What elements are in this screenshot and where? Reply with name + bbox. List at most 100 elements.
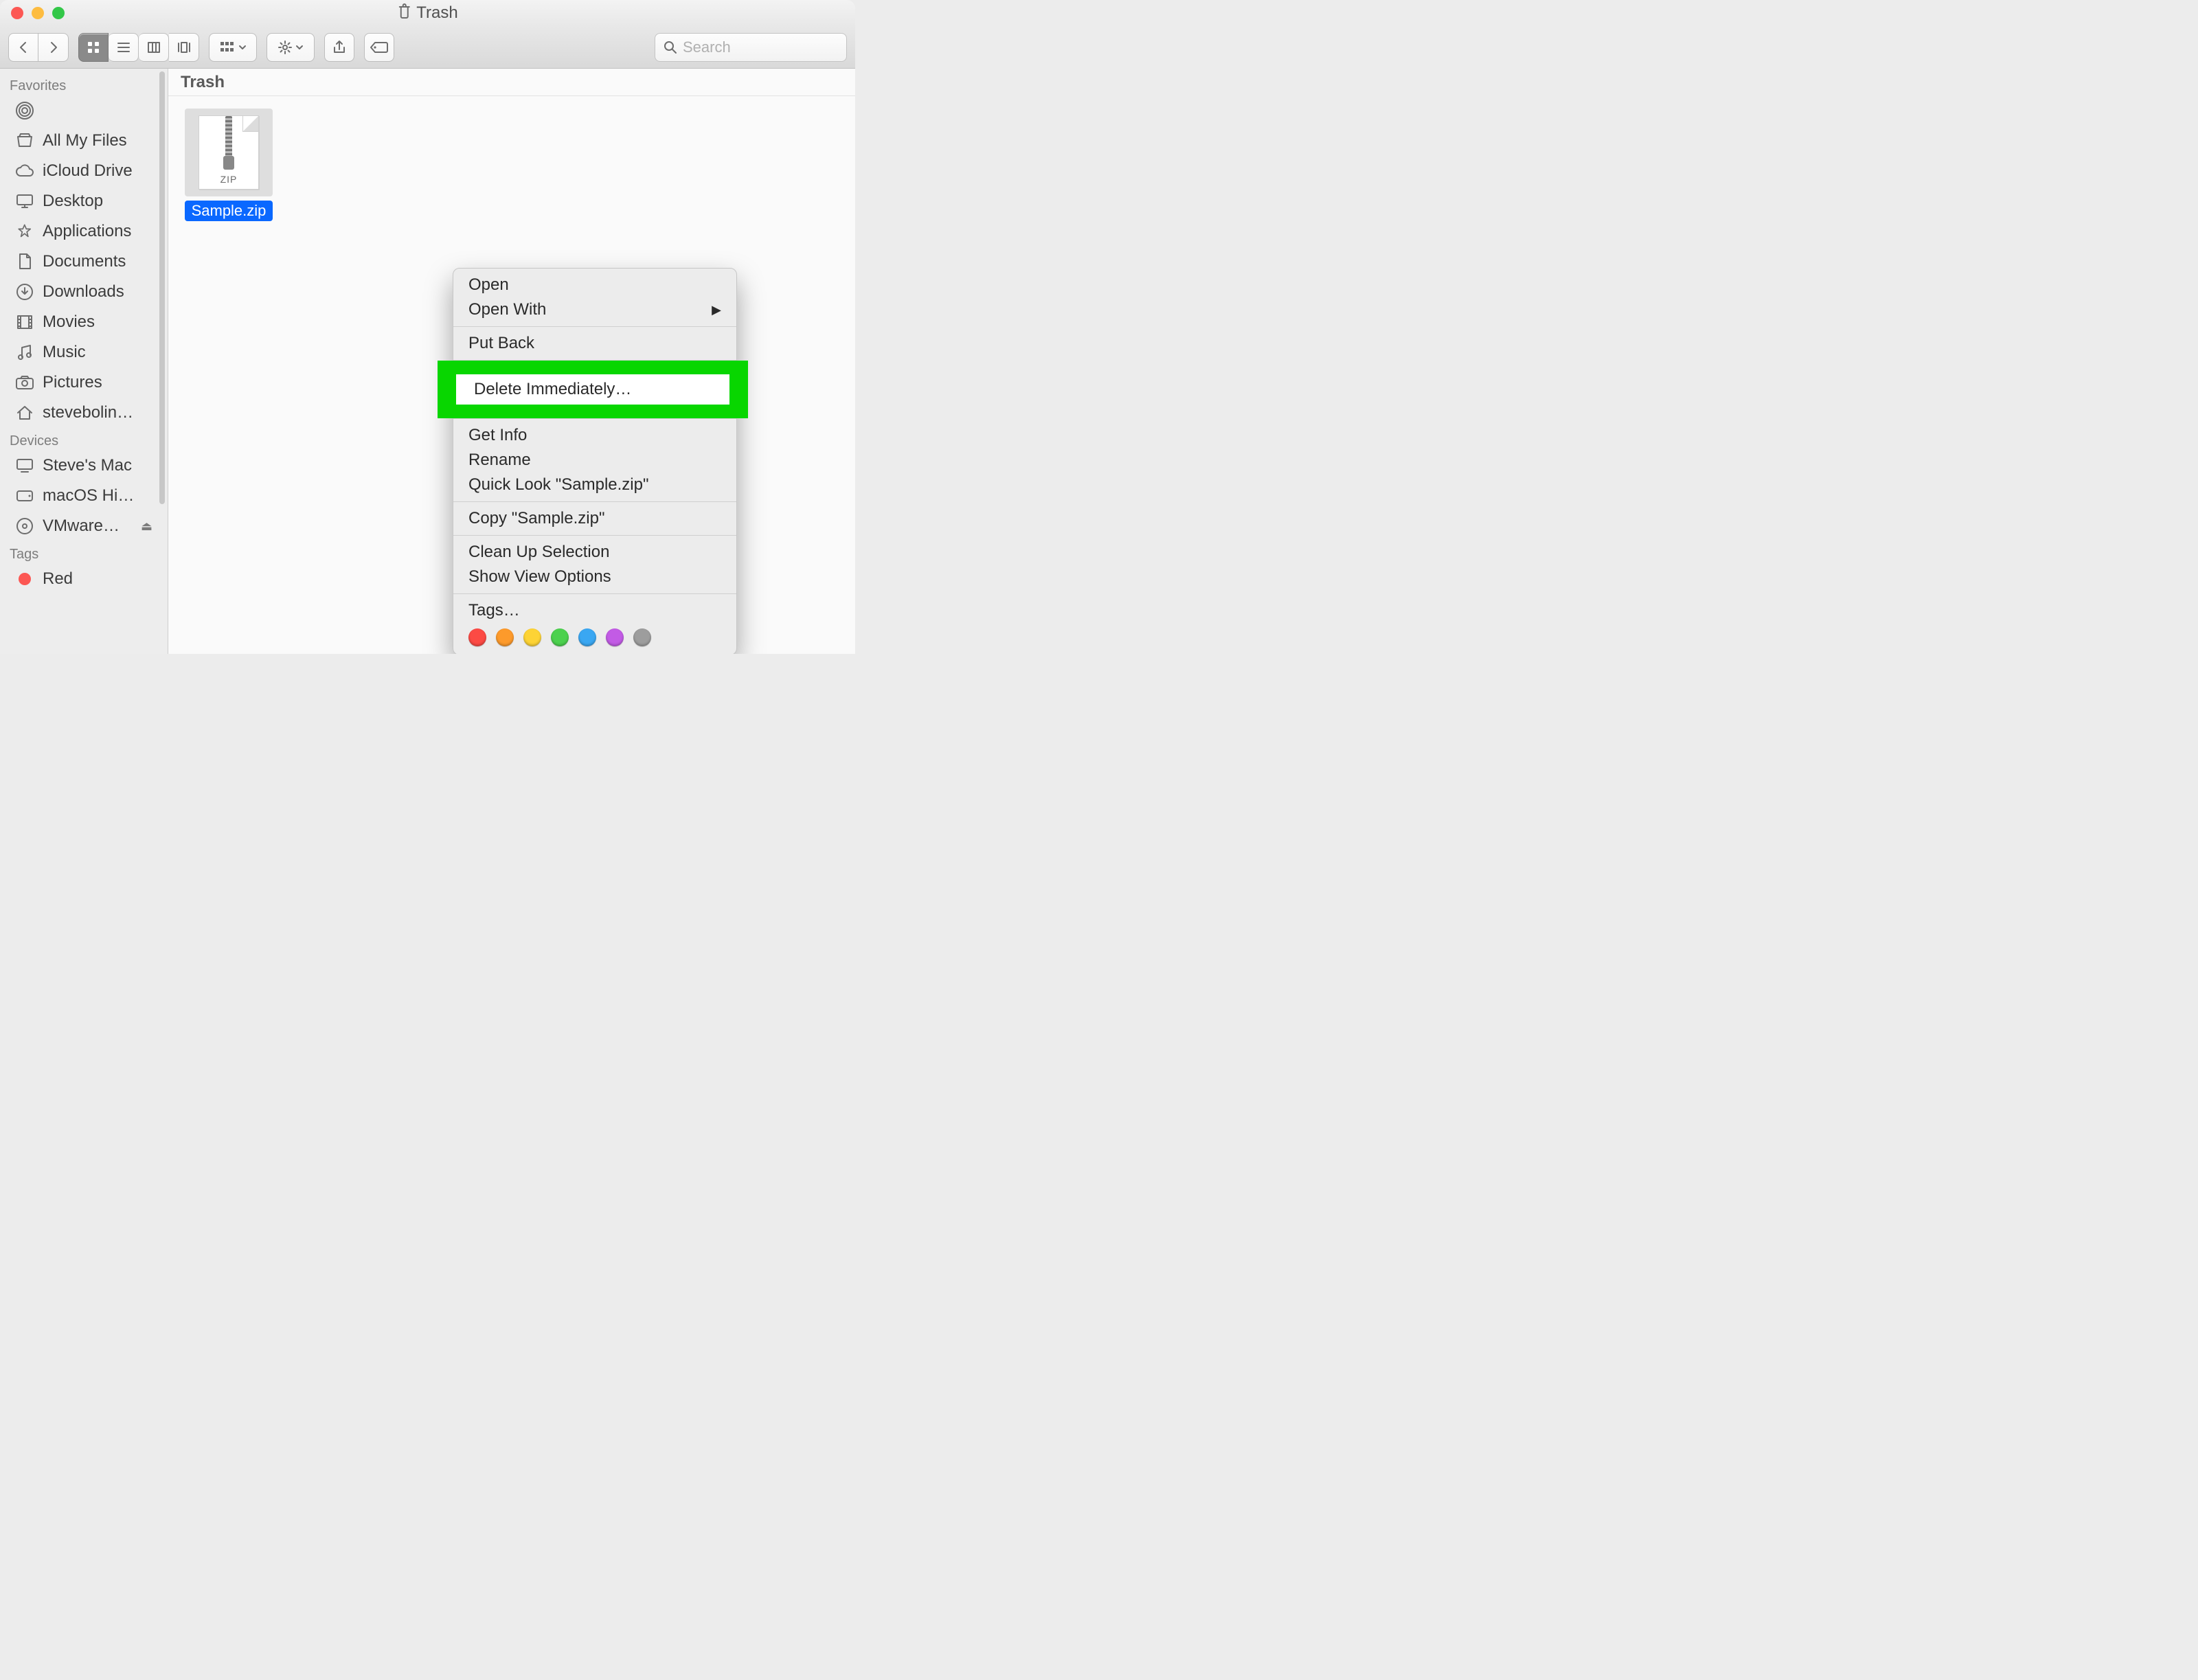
window-title: Trash <box>397 3 457 24</box>
submenu-arrow-icon: ▶ <box>712 303 721 317</box>
sidebar-section-tags: Tags <box>0 541 159 564</box>
action-button[interactable] <box>267 33 315 62</box>
tag-icon <box>370 41 389 54</box>
sidebar-item-music[interactable]: Music <box>0 337 159 367</box>
sidebar-item-home[interactable]: stevebolin… <box>0 398 159 428</box>
sidebar-item-icloud[interactable]: iCloud Drive <box>0 156 159 186</box>
sidebar-item-label: stevebolin… <box>43 403 133 422</box>
view-gallery-button[interactable] <box>169 33 199 62</box>
menu-separator <box>453 501 736 502</box>
tag-color-gray[interactable] <box>633 628 651 646</box>
sidebar-item-label: macOS Hi… <box>43 486 134 506</box>
search-placeholder: Search <box>683 38 731 56</box>
tag-color-purple[interactable] <box>606 628 624 646</box>
sidebar-item-applications[interactable]: Applications <box>0 216 159 247</box>
view-columns-button[interactable] <box>139 33 169 62</box>
sidebar-item-pictures[interactable]: Pictures <box>0 367 159 398</box>
zoom-window-button[interactable] <box>52 7 65 19</box>
menu-separator <box>453 326 736 327</box>
pictures-icon <box>14 372 36 394</box>
sidebar-item-label: iCloud Drive <box>43 161 133 181</box>
finder-window: Trash <box>0 0 855 654</box>
toolbar: Search <box>0 26 855 69</box>
share-button[interactable] <box>324 33 354 62</box>
sidebar-item-label: All My Files <box>43 131 127 150</box>
chevron-down-icon <box>238 44 247 51</box>
sidebar-item-desktop[interactable]: Desktop <box>0 186 159 216</box>
sidebar-item-hdd[interactable]: macOS Hi… <box>0 481 159 511</box>
sidebar-item-label: Pictures <box>43 373 102 392</box>
file-item-sample-zip[interactable]: ZIP Sample.zip <box>181 109 277 221</box>
all-my-files-icon <box>14 130 36 152</box>
search-field[interactable]: Search <box>655 33 847 62</box>
applications-icon <box>14 220 36 242</box>
menu-item-copy[interactable]: Copy "Sample.zip" <box>453 506 736 531</box>
window-title-text: Trash <box>416 3 457 23</box>
titlebar: Trash <box>0 0 855 26</box>
menu-separator <box>453 535 736 536</box>
movies-icon <box>14 311 36 333</box>
menu-separator <box>453 593 736 594</box>
menu-item-put-back[interactable]: Put Back <box>453 331 736 356</box>
chevron-down-icon <box>295 44 304 51</box>
tags-button[interactable] <box>364 33 394 62</box>
minimize-window-button[interactable] <box>32 7 44 19</box>
zip-file-icon: ZIP <box>199 115 259 190</box>
menu-item-open-with[interactable]: Open With ▶ <box>453 297 736 322</box>
home-icon <box>14 402 36 424</box>
back-button[interactable] <box>8 33 38 62</box>
menu-item-open[interactable]: Open <box>453 273 736 297</box>
desktop-icon <box>14 190 36 212</box>
icloud-icon <box>14 160 36 182</box>
sidebar-item-mac[interactable]: Steve's Mac <box>0 451 159 481</box>
downloads-icon <box>14 281 36 303</box>
hdd-icon <box>14 485 36 507</box>
window-controls <box>0 7 65 19</box>
tag-color-red[interactable] <box>468 628 486 646</box>
tag-color-blue[interactable] <box>578 628 596 646</box>
sidebar-item-label: Movies <box>43 313 95 332</box>
airdrop-icon <box>14 100 36 122</box>
sidebar-item-label: Steve's Mac <box>43 456 132 475</box>
file-icon: ZIP <box>185 109 273 196</box>
tag-color-yellow[interactable] <box>523 628 541 646</box>
documents-icon <box>14 251 36 273</box>
menu-item-tags[interactable]: Tags… <box>453 598 736 623</box>
main-content: Trash ZIP Sample.zip Del <box>168 69 855 654</box>
sidebar-item-label: Desktop <box>43 192 103 211</box>
tag-color-green[interactable] <box>551 628 569 646</box>
menu-item-view-options[interactable]: Show View Options <box>453 565 736 589</box>
sidebar-item-documents[interactable]: Documents <box>0 247 159 277</box>
tag-color-orange[interactable] <box>496 628 514 646</box>
sidebar-item-label: Documents <box>43 252 126 271</box>
view-icons-button[interactable] <box>78 33 109 62</box>
forward-button[interactable] <box>38 33 69 62</box>
menu-item-quick-look[interactable]: Quick Look "Sample.zip" <box>453 473 736 497</box>
sidebar-item-tag-red[interactable]: Red <box>0 564 159 594</box>
sidebar-scrollbar[interactable] <box>159 71 165 504</box>
sidebar-item-airdrop[interactable] <box>0 95 159 126</box>
search-icon <box>664 41 677 54</box>
close-window-button[interactable] <box>11 7 23 19</box>
arrange-button[interactable] <box>209 33 257 62</box>
instruction-highlight: Delete Immediately… <box>438 361 748 418</box>
menu-item-get-info[interactable]: Get Info <box>453 423 736 448</box>
tag-dot-icon <box>14 568 36 590</box>
sidebar-item-label: Applications <box>43 222 131 241</box>
view-list-button[interactable] <box>109 33 139 62</box>
sidebar-section-favorites: Favorites <box>0 73 159 95</box>
menu-item-rename[interactable]: Rename <box>453 448 736 473</box>
disc-icon <box>14 515 36 537</box>
menu-item-delete-immediately[interactable]: Delete Immediately… <box>456 374 729 405</box>
sidebar-item-downloads[interactable]: Downloads <box>0 277 159 307</box>
sidebar-item-movies[interactable]: Movies <box>0 307 159 337</box>
eject-icon[interactable]: ⏏ <box>141 519 152 534</box>
sidebar-item-disc[interactable]: VMware… ⏏ <box>0 511 159 541</box>
file-name-label[interactable]: Sample.zip <box>185 201 273 221</box>
sidebar-item-all-my-files[interactable]: All My Files <box>0 126 159 156</box>
sidebar-item-label: Downloads <box>43 282 124 302</box>
menu-separator <box>453 418 736 419</box>
menu-item-clean-up[interactable]: Clean Up Selection <box>453 540 736 565</box>
nav-buttons <box>8 33 69 62</box>
file-grid[interactable]: ZIP Sample.zip <box>168 96 855 234</box>
